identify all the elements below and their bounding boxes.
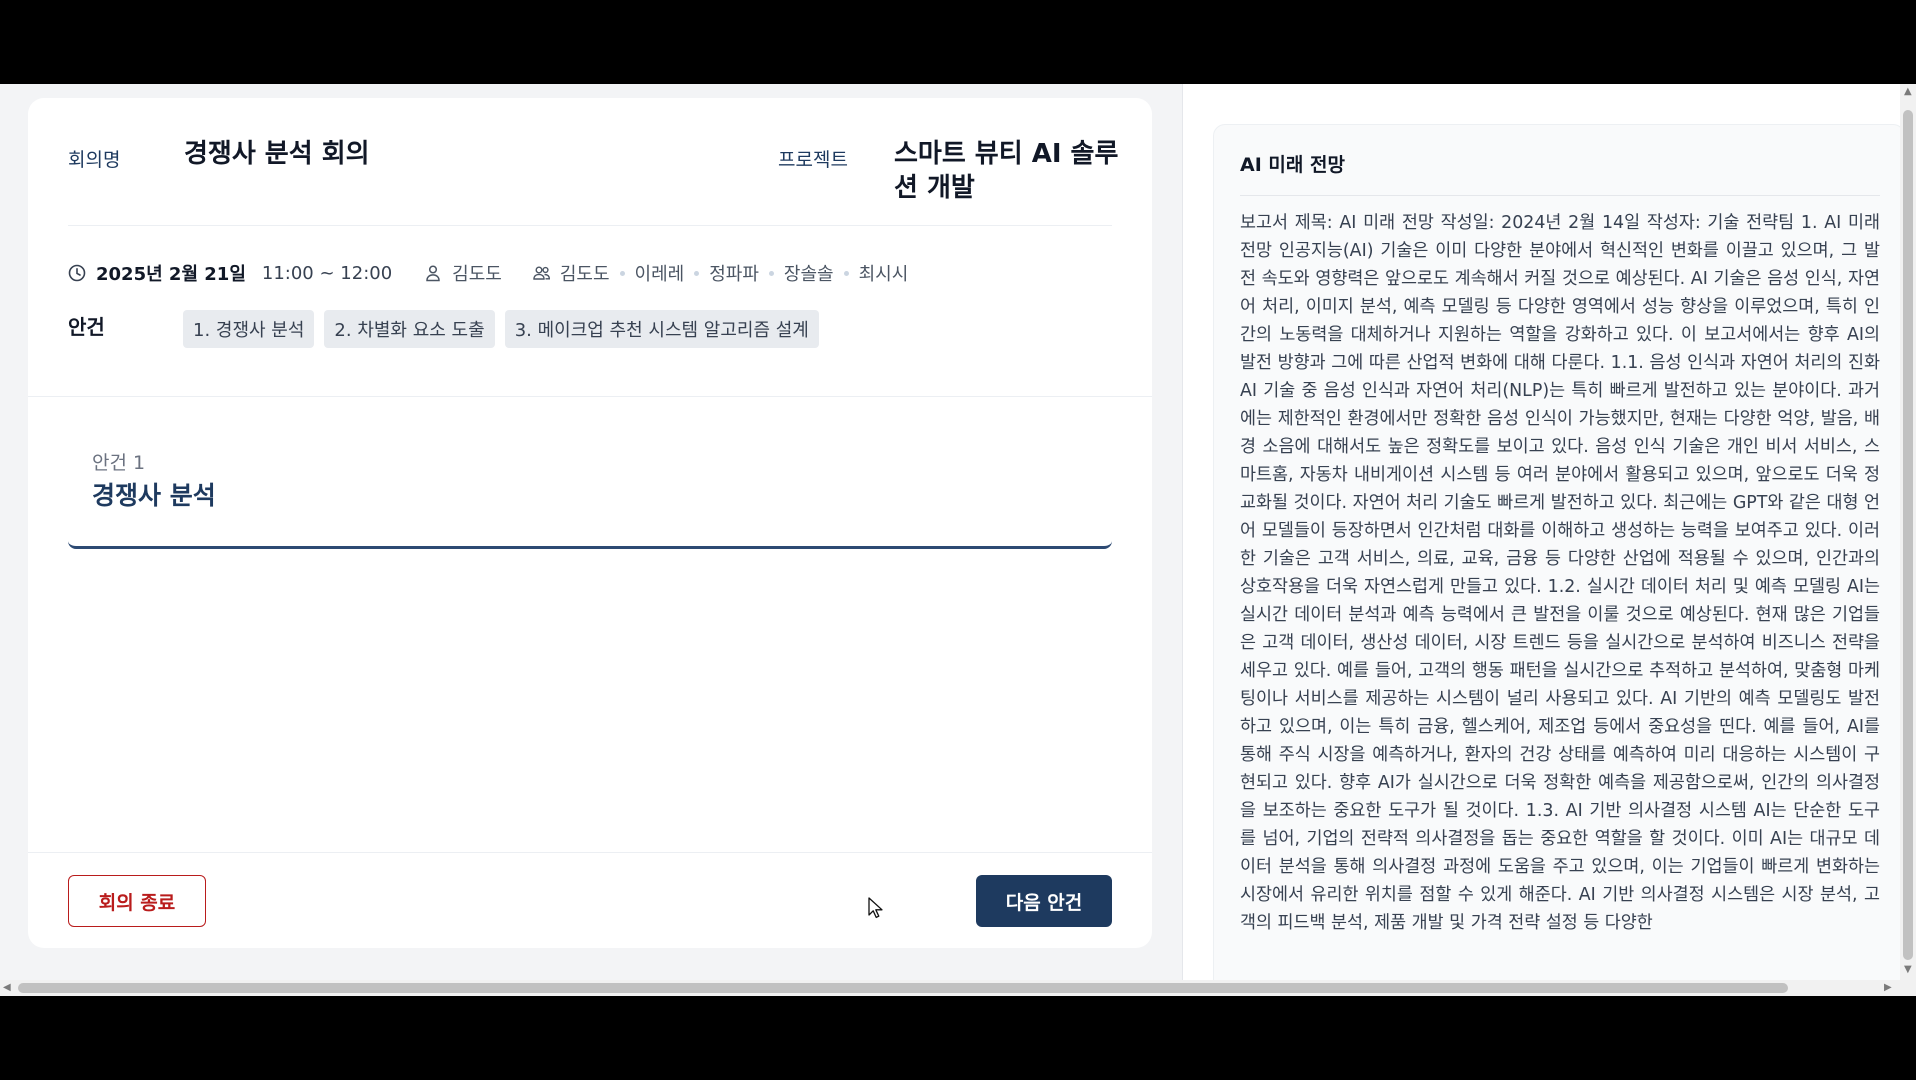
participant: 장솔솔 bbox=[783, 264, 834, 285]
mouse-pointer-icon bbox=[868, 897, 884, 923]
meeting-time: 11:00 ~ 12:00 bbox=[261, 262, 393, 284]
participant: 정파파 bbox=[709, 264, 759, 285]
report-divider bbox=[1240, 195, 1880, 196]
participant: 김도도 bbox=[559, 264, 610, 285]
project-name-line2: 션 개발 bbox=[894, 173, 975, 203]
separator-dot bbox=[694, 270, 700, 276]
agenda-tag: 2. 차별화 요소 도출 bbox=[324, 310, 495, 348]
report-body: 보고서 제목: AI 미래 전망 작성일: 2024년 2월 14일 작성자: … bbox=[1240, 213, 1880, 933]
separator-dot bbox=[768, 270, 774, 276]
horizontal-scroll-thumb[interactable] bbox=[18, 983, 1788, 993]
report-title: AI 미래 전망 bbox=[1240, 154, 1345, 176]
vertical-scrollbar[interactable]: ▲ ▼ bbox=[1900, 84, 1916, 980]
current-agenda-number: 안건 1 bbox=[92, 452, 146, 474]
separator-dot bbox=[619, 270, 625, 276]
header-divider bbox=[68, 225, 1112, 226]
horizontal-scrollbar[interactable]: ◀ ▶ bbox=[0, 980, 1916, 996]
scroll-left-arrow-icon[interactable]: ◀ bbox=[3, 982, 11, 993]
scroll-down-arrow-icon[interactable]: ▼ bbox=[1904, 964, 1912, 975]
agenda-tags: 1. 경쟁사 분석 2. 차별화 요소 도출 3. 메이크업 추천 시스템 알고… bbox=[183, 310, 819, 348]
next-agenda-button[interactable]: 다음 안건 bbox=[976, 875, 1112, 927]
meeting-meta: 2025년 2월 21일 11:00 ~ 12:00 김도도 김도도 이레레 정… bbox=[68, 258, 908, 288]
current-agenda-title: 경쟁사 분석 bbox=[92, 481, 216, 510]
users-icon bbox=[532, 264, 550, 282]
agenda-tag: 3. 메이크업 추천 시스템 알고리즘 설계 bbox=[504, 310, 819, 348]
end-meeting-button[interactable]: 회의 종료 bbox=[68, 875, 206, 927]
report-card[interactable]: AI 미래 전망 보고서 제목: AI 미래 전망 작성일: 2024년 2월 … bbox=[1213, 124, 1905, 996]
meeting-footer: 회의 종료 다음 안건 bbox=[28, 852, 1152, 949]
app-viewport: 회의명 경쟁사 분석 회의 프로젝트 스마트 뷰티 AI 솔루 션 개발 202… bbox=[0, 84, 1916, 996]
clock-icon bbox=[68, 264, 86, 282]
agenda-label: 안건 bbox=[68, 315, 105, 339]
current-agenda: 안건 1 경쟁사 분석 bbox=[68, 448, 1112, 549]
vertical-scroll-thumb[interactable] bbox=[1903, 110, 1913, 960]
meeting-header: 회의명 경쟁사 분석 회의 프로젝트 스마트 뷰티 AI 솔루 션 개발 202… bbox=[28, 98, 1152, 397]
meeting-card: 회의명 경쟁사 분석 회의 프로젝트 스마트 뷰티 AI 솔루 션 개발 202… bbox=[28, 98, 1152, 948]
meeting-name: 경쟁사 분석 회의 bbox=[184, 139, 370, 169]
meeting-date: 2025년 2월 21일 bbox=[96, 264, 246, 285]
project-label: 프로젝트 bbox=[778, 149, 848, 171]
report-panel: AI 미래 전망 보고서 제목: AI 미래 전망 작성일: 2024년 2월 … bbox=[1182, 84, 1905, 996]
separator-dot bbox=[843, 270, 849, 276]
meeting-name-label: 회의명 bbox=[68, 149, 121, 171]
meeting-author: 김도도 bbox=[452, 264, 502, 285]
project-name-line1: 스마트 뷰티 AI 솔루 bbox=[894, 139, 1119, 169]
scroll-right-arrow-icon[interactable]: ▶ bbox=[1884, 982, 1892, 993]
participant: 최시시 bbox=[858, 264, 909, 285]
user-icon bbox=[424, 264, 442, 282]
agenda-tag: 1. 경쟁사 분석 bbox=[183, 310, 315, 348]
scroll-up-arrow-icon[interactable]: ▲ bbox=[1904, 86, 1912, 97]
participant: 이레레 bbox=[634, 264, 685, 285]
